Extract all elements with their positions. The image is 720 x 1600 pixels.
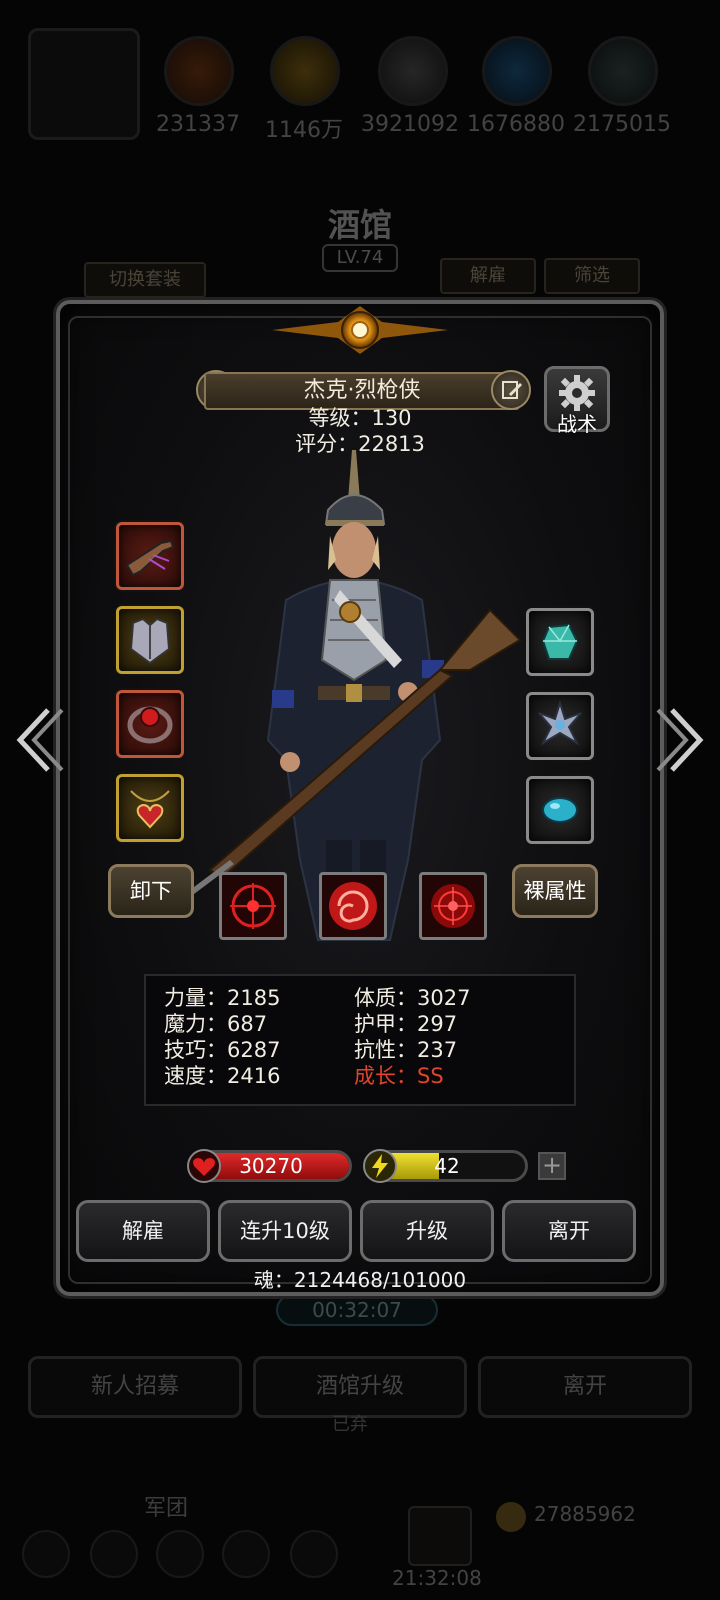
red-gem-ring-icon: [127, 706, 173, 744]
skill-slot-3[interactable]: [419, 872, 487, 940]
nav-icon-1[interactable]: [22, 1530, 70, 1578]
heart-icon: [187, 1149, 221, 1183]
recruit-button[interactable]: 新人招募: [28, 1356, 242, 1418]
faded-label: 已弃: [332, 1414, 368, 1435]
silver-emblem-icon: [538, 699, 582, 746]
level-up-button[interactable]: 升级: [360, 1200, 494, 1262]
next-hero-arrow-icon[interactable]: [652, 700, 712, 780]
gem-slot-2[interactable]: [526, 692, 594, 760]
target-skill-icon: [431, 884, 475, 928]
resource-value-5: 2175015: [573, 112, 671, 137]
unequip-button[interactable]: 卸下: [108, 864, 194, 918]
ring-slot[interactable]: [116, 690, 184, 758]
chest-armor-icon: [129, 617, 171, 665]
avatar-frame: [28, 28, 140, 140]
attr-growth: 成长：SS: [354, 1064, 444, 1088]
add-energy-button[interactable]: +: [538, 1152, 566, 1180]
weapon-slot[interactable]: [116, 522, 184, 590]
dismiss-button[interactable]: 解雇: [76, 1200, 210, 1262]
vortex-skill-icon: [329, 882, 377, 930]
level-up-10-button[interactable]: 连升10级: [218, 1200, 352, 1262]
gold-coin-icon: [496, 1502, 526, 1532]
bg-dismiss-button[interactable]: 解雇: [440, 258, 536, 294]
lightning-icon: [363, 1149, 397, 1183]
gift-icon[interactable]: [408, 1506, 472, 1566]
gold-amount: 27885962: [534, 1502, 636, 1526]
resource-value-3: 3921092: [361, 112, 459, 137]
necklace-slot[interactable]: [116, 774, 184, 842]
resource-icon-2: [270, 36, 340, 106]
nav-icon-2[interactable]: [90, 1530, 138, 1578]
skill-slot-2[interactable]: [319, 872, 387, 940]
gem-slot-3[interactable]: [526, 776, 594, 844]
resource-value-4: 1676880: [467, 112, 565, 137]
crosshair-skill-icon: [230, 883, 276, 929]
clock-text: 21:32:08: [392, 1566, 482, 1590]
bg-leave-button[interactable]: 离开: [478, 1356, 692, 1418]
bg-filter-button[interactable]: 筛选: [544, 258, 640, 294]
nav-icon-4[interactable]: [222, 1530, 270, 1578]
leave-button[interactable]: 离开: [502, 1200, 636, 1262]
naked-attribute-button[interactable]: 裸属性: [512, 864, 598, 918]
upgrade-tavern-button[interactable]: 酒馆升级: [253, 1356, 467, 1418]
skill-slot-1[interactable]: [219, 872, 287, 940]
blue-stone-icon: [542, 797, 578, 823]
tavern-level: LV.74: [322, 244, 398, 272]
flintlock-pistol-icon: [125, 539, 175, 577]
nav-icon-5[interactable]: [290, 1530, 338, 1578]
sun-crest-icon: [272, 306, 448, 354]
tactic-label: 战术: [557, 412, 597, 436]
resource-icon-1: [164, 36, 234, 106]
teal-crystal-icon: [541, 623, 579, 660]
previous-hero-arrow-icon[interactable]: [8, 700, 68, 780]
attr-speed: 速度：2416: [164, 1064, 281, 1088]
resource-icon-4: [482, 36, 552, 106]
nav-icon-3[interactable]: [156, 1530, 204, 1578]
soul-counter: 魂：2124468/101000: [253, 1268, 467, 1292]
resource-value-2: 1146万: [265, 118, 343, 143]
armor-slot[interactable]: [116, 606, 184, 674]
tavern-title: 酒馆: [327, 206, 392, 244]
tavern-timer: 00:32:07: [276, 1294, 438, 1326]
switch-set-button[interactable]: 切换套装: [84, 262, 206, 298]
heart-necklace-icon: [130, 790, 170, 829]
legion-label: 军团: [144, 1496, 189, 1521]
resource-icon-3: [378, 36, 448, 106]
resource-icon-5: [588, 36, 658, 106]
resource-value-1: 231337: [156, 112, 240, 137]
gem-slot-1[interactable]: [526, 608, 594, 676]
